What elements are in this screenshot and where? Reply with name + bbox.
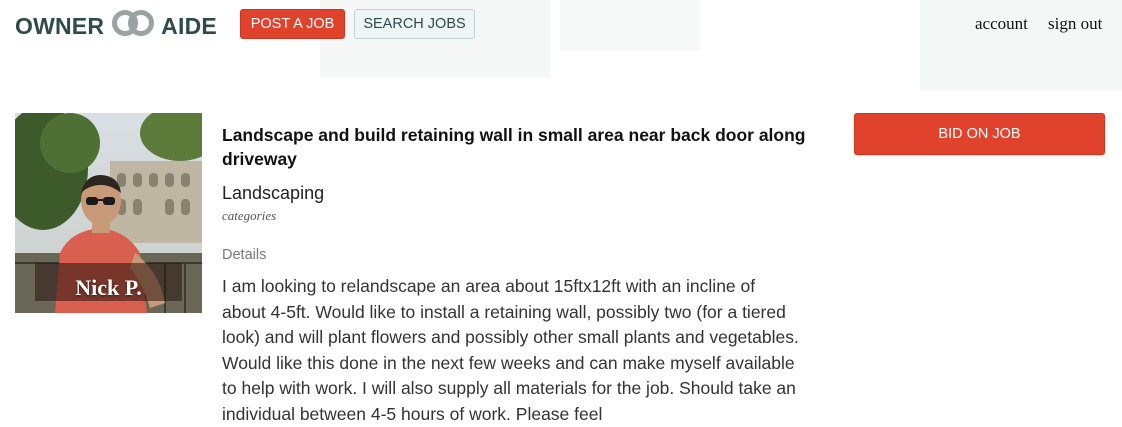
- sign-out-link[interactable]: sign out: [1048, 14, 1102, 34]
- account-link[interactable]: account: [975, 14, 1028, 34]
- job-title: Landscape and build retaining wall in sm…: [222, 125, 806, 169]
- post-job-button[interactable]: POST A JOB: [240, 9, 345, 39]
- site-logo[interactable]: OWNER AIDE: [15, 9, 217, 43]
- logo-text-aide: AIDE: [161, 12, 217, 39]
- details-heading: Details: [222, 247, 267, 263]
- logo-text-owner: OWNER: [15, 12, 105, 39]
- top-navigation: OWNER AIDE POST A JOB SEARCH JOBS accoun…: [0, 0, 1122, 50]
- linked-rings-logo-icon: [109, 9, 157, 43]
- bid-on-job-button[interactable]: BID ON JOB: [854, 113, 1105, 155]
- owner-name: Nick P.: [75, 275, 142, 300]
- job-category: Landscaping: [222, 183, 325, 203]
- owner-avatar: Nick P.: [15, 113, 202, 313]
- search-jobs-button[interactable]: SEARCH JOBS: [354, 9, 475, 39]
- job-description: I am looking to relandscape an area abou…: [222, 276, 799, 424]
- category-caption: categories: [222, 208, 277, 223]
